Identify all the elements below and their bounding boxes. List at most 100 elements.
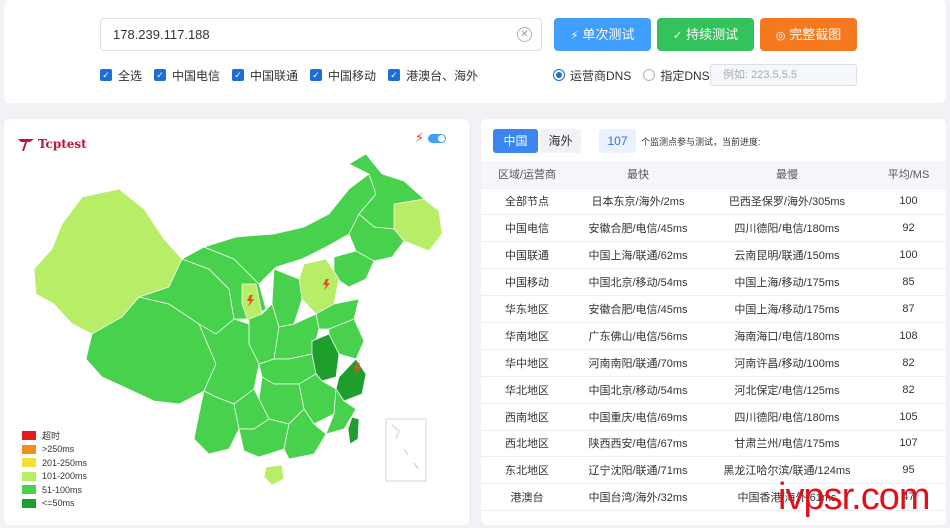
table-cell: 108: [871, 322, 946, 350]
legend-swatch: [22, 444, 36, 454]
region-zhejiang: [335, 358, 367, 402]
checkbox-icon[interactable]: ✓: [154, 69, 167, 81]
table-cell: 安徽合肥/电信/45ms: [573, 295, 703, 323]
filter-label: 中国移动: [328, 68, 377, 83]
table-cell: 云南昆明/联通/150ms: [703, 241, 871, 270]
table-cell: 中国上海/移动/175ms: [703, 268, 871, 297]
table-cell: 中国重庆/电信/69ms: [573, 403, 703, 431]
custom-dns-input[interactable]: 例如: 223.5.5.5: [710, 64, 857, 86]
table-cell: 西南地区: [481, 403, 573, 431]
legend-swatch: [22, 471, 36, 481]
tab-overseas[interactable]: 海外: [540, 129, 581, 153]
legend-item: <=50ms: [22, 497, 87, 511]
dns-custom-radio[interactable]: 指定DNS:: [643, 67, 713, 84]
ip-input-value[interactable]: 178.239.117.188: [113, 27, 210, 42]
toggle-switch[interactable]: [428, 133, 447, 143]
filter-label: 全选: [118, 68, 143, 83]
table-cell: 全部节点: [481, 188, 573, 216]
dns-carrier-radio[interactable]: 运营商DNS: [553, 67, 631, 84]
node-count-badge: 107: [599, 129, 636, 153]
table-cell: 中国电信: [481, 214, 573, 243]
table-cell: 港澳台: [481, 483, 573, 512]
table-cell: 四川德阳/电信/180ms: [703, 214, 871, 243]
table-cell: 甘肃兰州/电信/175ms: [703, 430, 871, 458]
map-legend: 超时 >250ms 201-250ms 101-200ms 51-100ms <=50ms: [22, 429, 87, 510]
legend-label: 超时: [42, 431, 61, 442]
table-cell: 日本东京/海外/2ms: [573, 188, 703, 216]
table-cell: 中国台湾/海外/32ms: [573, 483, 703, 512]
single-test-label: 单次测试: [582, 27, 635, 42]
table-row: 华中地区 河南南阳/联通/70ms 河南许昌/移动/100ms 82: [481, 349, 946, 377]
column-header[interactable]: 最慢: [703, 161, 871, 189]
table-cell: 河北保定/电信/125ms: [703, 376, 871, 404]
control-panel: 178.239.117.188 ✕ ⚡ 单次测试 ✓ 持续测试 ◎ 完整截图 ✓ 全选 …: [4, 0, 946, 103]
radio-selected-icon[interactable]: [553, 69, 565, 81]
map-toggle[interactable]: ⚡: [415, 130, 447, 146]
table-cell: 中国北京/移动/54ms: [573, 376, 703, 404]
table-cell: 海南海口/电信/180ms: [703, 322, 871, 350]
filter-telecom[interactable]: ✓ 中国电信: [154, 66, 220, 84]
table-cell: 92: [871, 214, 946, 243]
legend-item: >250ms: [22, 443, 87, 457]
table-row: 中国移动 中国北京/移动/54ms 中国上海/移动/175ms 85: [481, 268, 946, 297]
full-screenshot-button[interactable]: ◎ 完整截图: [760, 18, 857, 51]
table-row: 中国电信 安徽合肥/电信/45ms 四川德阳/电信/180ms 92: [481, 214, 946, 243]
legend-swatch: [22, 485, 36, 495]
table-cell: 105: [871, 403, 946, 431]
table-cell: 安徽合肥/电信/45ms: [573, 214, 703, 243]
region-hainan: [263, 464, 285, 486]
carrier-filters: ✓ 全选 ✓ 中国电信 ✓ 中国联通 ✓ 中国移动 ✓ 港澳台、海外: [100, 66, 490, 84]
column-header[interactable]: 区域/运营商: [481, 161, 573, 189]
table-cell: 河南南阳/联通/70ms: [573, 349, 703, 377]
legend-label: 201-250ms: [42, 457, 88, 468]
filter-mobile[interactable]: ✓ 中国移动: [310, 66, 376, 84]
filter-select-all[interactable]: ✓ 全选: [100, 66, 142, 84]
full-screenshot-label: 完整截图: [789, 27, 842, 42]
node-count-text: 个监测点参与测试，当前进度:: [641, 137, 761, 147]
filter-overseas[interactable]: ✓ 港澳台、海外: [388, 66, 478, 84]
continuous-test-button[interactable]: ✓ 持续测试: [657, 18, 754, 51]
radio-icon[interactable]: [643, 69, 656, 81]
legend-swatch: [22, 431, 36, 441]
table-cell: 中国上海/联通/62ms: [573, 241, 703, 270]
tcptest-logo: Tcptest: [18, 137, 87, 151]
table-cell: 巴西圣保罗/海外/305ms: [703, 188, 871, 216]
table-cell: 82: [871, 349, 946, 377]
legend-item: 51-100ms: [22, 483, 87, 497]
legend-item: 101-200ms: [22, 470, 87, 484]
legend-item: 201-250ms: [22, 456, 87, 470]
table-cell: 华南地区: [481, 322, 573, 350]
table-cell: 华东地区: [481, 295, 573, 323]
table-cell: 东北地区: [481, 456, 573, 485]
results-panel: 中国 海外 107 个监测点参与测试，当前进度: 区域/运营商 最快 最慢 平均…: [481, 119, 946, 525]
column-header[interactable]: 最快: [573, 161, 703, 189]
table-cell: 中国上海/移动/175ms: [703, 295, 871, 323]
legend-swatch: [22, 498, 36, 508]
watermark: ivpsr.com: [778, 476, 930, 518]
tab-china[interactable]: 中国: [493, 129, 538, 153]
table-cell: 中国移动: [481, 268, 573, 297]
table-cell: 西北地区: [481, 430, 573, 458]
table-cell: 中国联通: [481, 241, 573, 270]
checkbox-icon[interactable]: ✓: [388, 69, 401, 81]
legend-label: 101-200ms: [42, 471, 88, 482]
region-taiwan: [347, 416, 360, 445]
single-test-button[interactable]: ⚡ 单次测试: [554, 18, 651, 51]
table-cell: 100: [871, 241, 946, 270]
camera-icon: ◎: [775, 30, 786, 42]
table-cell: 107: [871, 430, 946, 458]
ip-input[interactable]: 178.239.117.188 ✕: [100, 18, 542, 51]
table-body: 全部节点 日本东京/海外/2ms 巴西圣保罗/海外/305ms 100 中国电信 安徽合肥…: [481, 188, 946, 512]
table-cell: 100: [871, 188, 946, 216]
table-cell: 河南许昌/移动/100ms: [703, 349, 871, 377]
table-cell: 华北地区: [481, 376, 573, 404]
checkbox-icon[interactable]: ✓: [232, 69, 245, 81]
column-header[interactable]: 平均/MS: [871, 161, 946, 189]
checkbox-icon[interactable]: ✓: [310, 69, 323, 81]
checkbox-icon[interactable]: ✓: [100, 69, 112, 81]
filter-label: 港澳台、海外: [406, 68, 479, 83]
table-cell: 辽宁沈阳/联通/71ms: [573, 456, 703, 485]
filter-unicom[interactable]: ✓ 中国联通: [232, 66, 298, 84]
x-circle-icon[interactable]: ✕: [517, 27, 532, 42]
results-table: 区域/运营商 最快 最慢 平均/MS 全部节点 日本东京/海外/2ms 巴西圣保罗/…: [481, 161, 946, 512]
